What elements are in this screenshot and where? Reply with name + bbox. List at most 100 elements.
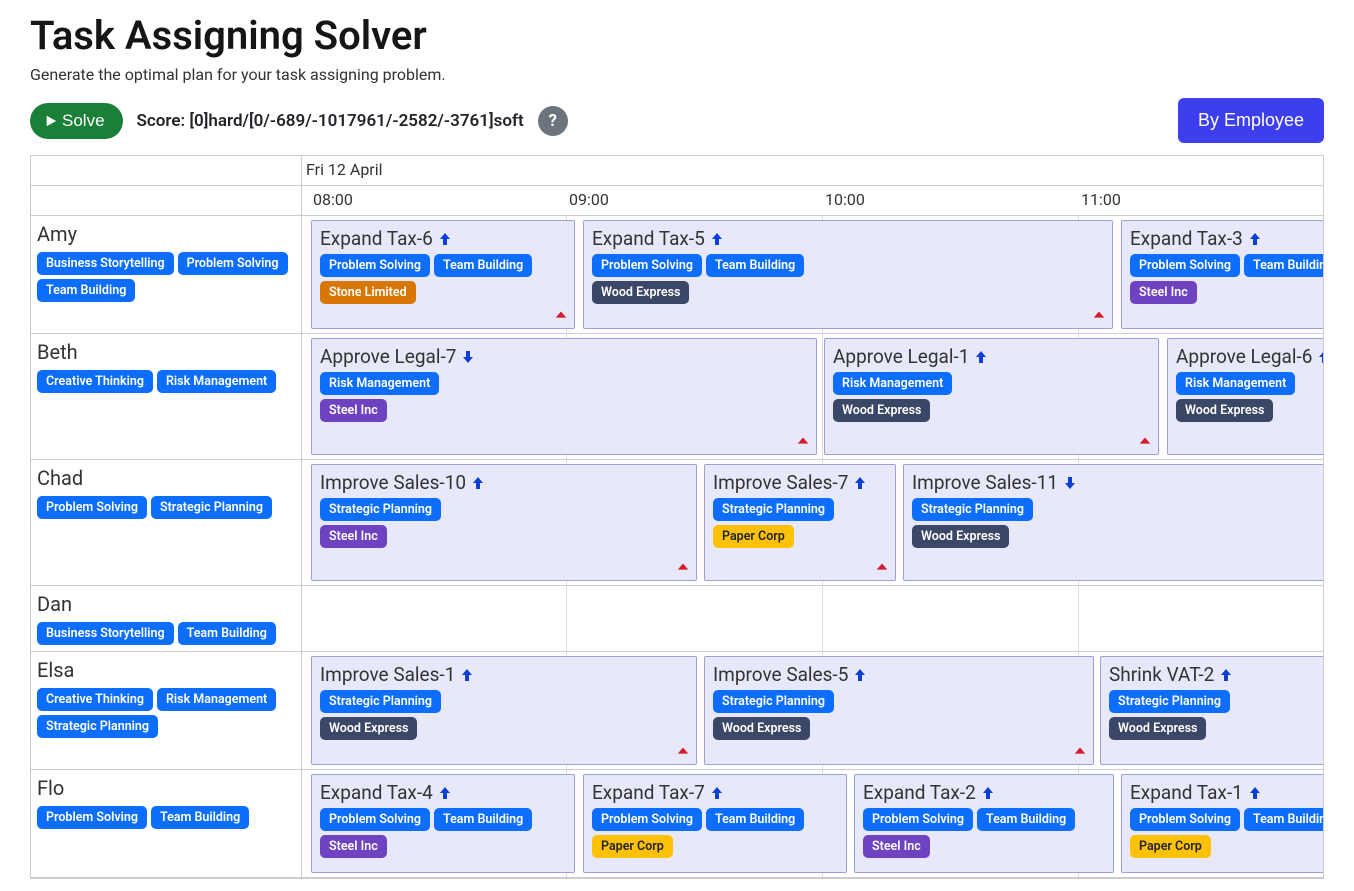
company-tag: Steel Inc xyxy=(320,835,387,858)
hours-row: 08:0009:0010:0011:00 xyxy=(31,186,1323,216)
page-subtitle: Generate the optimal plan for your task … xyxy=(30,65,1324,84)
score-text: Score: [0]hard/[0/-689/-1017961/-2582/-3… xyxy=(137,111,524,131)
employee-cell: AmyBusiness StorytellingProblem SolvingT… xyxy=(31,216,302,333)
company-tag: Wood Express xyxy=(1109,717,1206,740)
by-employee-button[interactable]: By Employee xyxy=(1178,98,1324,143)
task-skill-tag: Problem Solving xyxy=(592,254,702,277)
employee-name: Beth xyxy=(37,340,295,364)
task-skill-tag: Problem Solving xyxy=(1130,808,1240,831)
company-tag: Steel Inc xyxy=(320,525,387,548)
task-card[interactable]: Expand Tax-1 Problem SolvingTeam Building… xyxy=(1121,774,1324,873)
arrow-up-icon xyxy=(437,785,453,801)
task-skill-tag: Strategic Planning xyxy=(713,690,834,713)
task-title: Improve Sales-10 xyxy=(320,471,688,494)
company-tag: Paper Corp xyxy=(592,835,673,858)
arrow-up-icon xyxy=(459,667,475,683)
toolbar: Solve Score: [0]hard/[0/-689/-1017961/-2… xyxy=(30,98,1324,143)
task-title: Expand Tax-7 xyxy=(592,781,838,804)
task-title: Expand Tax-1 xyxy=(1130,781,1324,804)
hour-label: 11:00 xyxy=(1081,190,1121,209)
skill-tag: Team Building xyxy=(37,279,135,302)
task-title: Improve Sales-7 xyxy=(713,471,887,494)
task-title: Expand Tax-4 xyxy=(320,781,566,804)
arrow-down-icon xyxy=(460,349,476,365)
task-skill-tag: Team Building xyxy=(706,254,804,277)
task-skill-tag: Team Building xyxy=(706,808,804,831)
task-title: Expand Tax-2 xyxy=(863,781,1105,804)
company-tag: Steel Inc xyxy=(1130,281,1197,304)
employee-cell: Chad Problem SolvingStrategic Planning xyxy=(31,460,302,585)
task-skill-tag: Risk Management xyxy=(1176,372,1295,395)
date-label: Fri 12 April xyxy=(306,160,383,179)
skill-tag: Business Storytelling xyxy=(37,622,174,645)
arrow-up-icon xyxy=(852,667,868,683)
arrow-up-icon xyxy=(709,785,725,801)
employee-row: ChadProblem SolvingStrategic PlanningImp… xyxy=(31,460,1323,586)
task-card[interactable]: Improve Sales-1Strategic PlanningWood Ex… xyxy=(311,656,697,765)
arrow-up-icon xyxy=(1247,231,1263,247)
task-title: Shrink VAT-2 xyxy=(1109,663,1324,686)
task-skill-tag: Risk Management xyxy=(833,372,952,395)
company-tag: Steel Inc xyxy=(320,399,387,422)
task-skill-tag: Strategic Planning xyxy=(713,498,834,521)
task-card[interactable]: Expand Tax-4Problem SolvingTeam Building… xyxy=(311,774,575,873)
solve-button-label: Solve xyxy=(62,111,105,131)
employee-row: AmyBusiness StorytellingProblem SolvingT… xyxy=(31,216,1323,334)
company-tag: Wood Express xyxy=(833,399,930,422)
company-tag: Steel Inc xyxy=(863,835,930,858)
task-card[interactable]: Expand Tax-3Problem SolvingTeam Building… xyxy=(1121,220,1324,329)
arrow-up-icon xyxy=(1218,667,1234,683)
task-skill-tag: Strategic Planning xyxy=(912,498,1033,521)
task-card[interactable]: Improve Sales-11 Strategic Planning Wood E… xyxy=(903,464,1324,581)
task-card[interactable]: Approve Legal-6Risk ManagementWood Expre… xyxy=(1167,338,1324,455)
chevron-up-icon xyxy=(875,560,889,574)
skill-tag: Strategic Planning xyxy=(37,715,158,738)
arrow-up-icon xyxy=(709,231,725,247)
arrow-up-icon xyxy=(980,785,996,801)
employee-name: Chad xyxy=(37,466,295,490)
task-card[interactable]: Expand Tax-5Problem SolvingTeam Building… xyxy=(583,220,1113,329)
arrow-up-icon xyxy=(470,475,486,491)
solve-button[interactable]: Solve xyxy=(30,103,123,139)
employee-name: Flo xyxy=(37,776,295,800)
task-skill-tag: Problem Solving xyxy=(863,808,973,831)
task-skill-tag: Team Building xyxy=(1244,808,1324,831)
task-title: Expand Tax-6 xyxy=(320,227,566,250)
task-card[interactable]: Improve Sales-10 Strategic Planning Steel … xyxy=(311,464,697,581)
task-card[interactable]: Improve Sales-7Strategic PlanningPaper C… xyxy=(704,464,896,581)
task-title: Expand Tax-3 xyxy=(1130,227,1324,250)
task-card[interactable]: Approve Legal-1Risk ManagementWood Expre… xyxy=(824,338,1159,455)
skill-tag: Business Storytelling xyxy=(37,252,174,275)
skill-tag: Strategic Planning xyxy=(151,496,272,519)
help-button[interactable]: ? xyxy=(538,106,568,136)
task-skill-tag: Risk Management xyxy=(320,372,439,395)
task-card[interactable]: Expand Tax-2 Problem SolvingTeam Building… xyxy=(854,774,1114,873)
task-card[interactable]: Approve Legal-7Risk ManagementSteel Inc xyxy=(311,338,817,455)
task-skill-tag: Strategic Planning xyxy=(320,690,441,713)
company-tag: Wood Express xyxy=(1176,399,1273,422)
skill-tag: Team Building xyxy=(151,806,249,829)
employee-cell: ElsaCreative ThinkingRisk ManagementStra… xyxy=(31,652,302,769)
task-card[interactable]: Expand Tax-7 Problem SolvingTeam Building… xyxy=(583,774,847,873)
company-tag: Wood Express xyxy=(592,281,689,304)
task-card[interactable]: Shrink VAT-2Strategic PlanningWood Expre… xyxy=(1100,656,1324,765)
chevron-up-icon xyxy=(1073,744,1087,758)
arrow-up-icon xyxy=(1247,785,1263,801)
task-card[interactable]: Improve Sales-5Strategic PlanningWood Ex… xyxy=(704,656,1094,765)
schedule-grid: Fri 12 April 08:0009:0010:0011:00AmyBusin… xyxy=(30,155,1324,879)
task-skill-tag: Team Building xyxy=(1244,254,1324,277)
chevron-up-icon xyxy=(554,308,568,322)
skill-tag: Risk Management xyxy=(157,370,276,393)
task-skill-tag: Problem Solving xyxy=(592,808,702,831)
hour-label: 09:00 xyxy=(569,190,609,209)
task-card[interactable]: Expand Tax-6Problem SolvingTeam Building… xyxy=(311,220,575,329)
company-tag: Paper Corp xyxy=(1130,835,1211,858)
task-skill-tag: Problem Solving xyxy=(320,808,430,831)
skill-tag: Problem Solving xyxy=(37,496,147,519)
employee-cell: FloProblem SolvingTeam Building xyxy=(31,770,302,877)
company-tag: Wood Express xyxy=(912,525,1009,548)
employee-row: ElsaCreative ThinkingRisk ManagementStra… xyxy=(31,652,1323,770)
task-skill-tag: Strategic Planning xyxy=(320,498,441,521)
task-skill-tag: Team Building xyxy=(977,808,1075,831)
task-title: Improve Sales-11 xyxy=(912,471,1324,494)
